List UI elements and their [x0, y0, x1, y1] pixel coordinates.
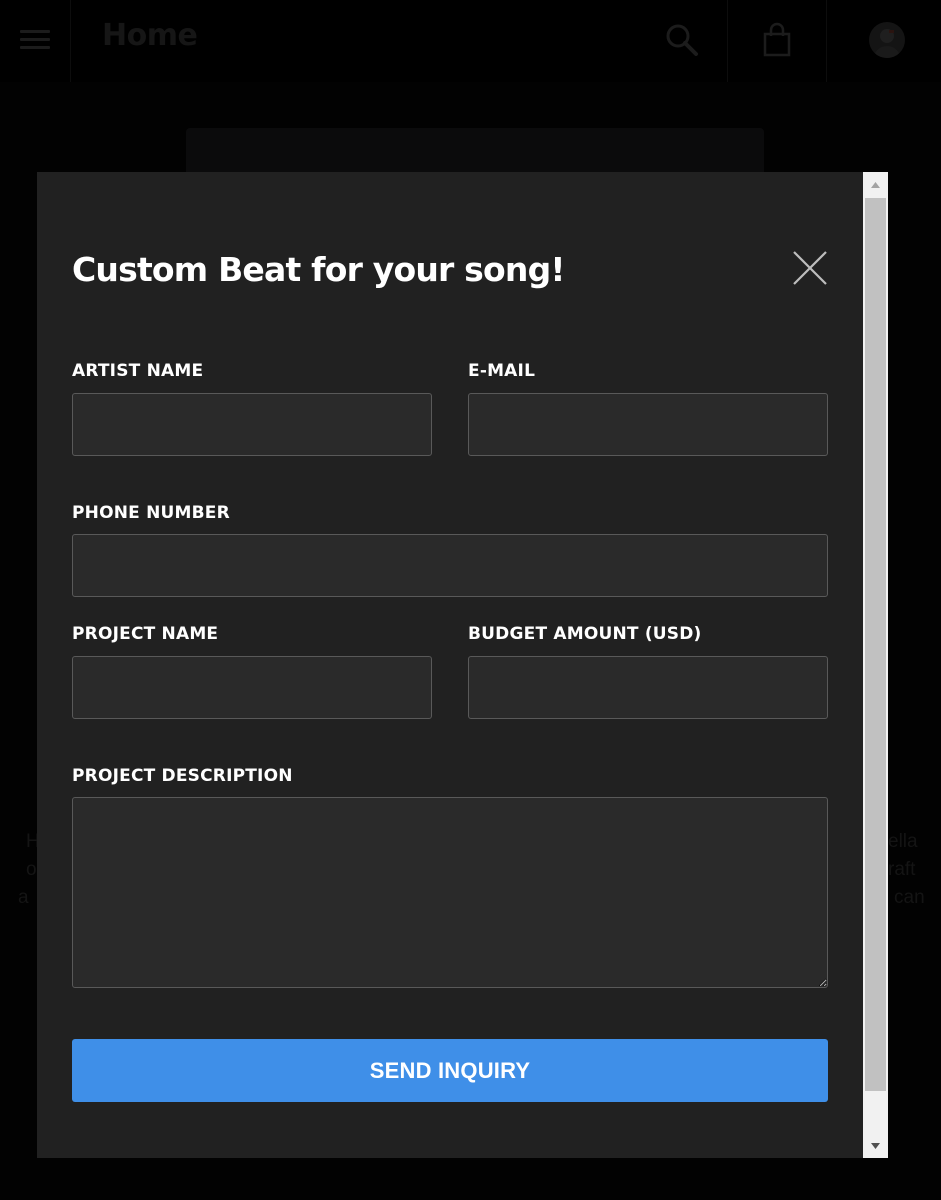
budget-amount-label: BUDGET AMOUNT (USD) [468, 624, 702, 644]
background-text-right: can [894, 887, 925, 908]
email-input[interactable] [468, 393, 828, 456]
phone-number-input[interactable] [72, 534, 828, 597]
phone-number-label: PHONE NUMBER [72, 503, 230, 523]
budget-amount-input[interactable] [468, 656, 828, 719]
modal-title: Custom Beat for your song! [72, 250, 565, 289]
nav-divider [727, 0, 728, 82]
project-description-textarea[interactable] [72, 797, 828, 988]
email-label: E-MAIL [468, 361, 536, 381]
nav-divider [70, 0, 71, 82]
nav-divider [826, 0, 827, 82]
search-icon[interactable] [664, 22, 700, 58]
scroll-down-arrow-icon[interactable] [863, 1135, 888, 1158]
project-name-label: PROJECT NAME [72, 624, 219, 644]
background-text-left: a [18, 887, 29, 908]
background-text-right: ella [888, 831, 918, 852]
user-avatar[interactable] [869, 22, 905, 58]
page-title: Home [102, 18, 198, 53]
scrollbar-thumb[interactable] [865, 198, 886, 1091]
hamburger-menu-icon[interactable] [20, 30, 50, 52]
scroll-up-arrow-icon[interactable] [863, 172, 888, 195]
project-name-input[interactable] [72, 656, 432, 719]
project-description-label: PROJECT DESCRIPTION [72, 766, 293, 786]
shopping-bag-icon[interactable] [759, 22, 795, 58]
modal-scrollbar[interactable] [863, 172, 888, 1158]
custom-beat-modal: Custom Beat for your song! ARTIST NAME E… [37, 172, 888, 1158]
top-navigation-bar: Home [0, 0, 941, 82]
artist-name-input[interactable] [72, 393, 432, 456]
close-icon[interactable] [792, 250, 828, 286]
background-text-left: o [26, 859, 37, 880]
artist-name-label: ARTIST NAME [72, 361, 204, 381]
avatar-icon [874, 29, 900, 58]
background-text-right: raft [888, 859, 916, 880]
send-inquiry-button[interactable]: SEND INQUIRY [72, 1039, 828, 1102]
